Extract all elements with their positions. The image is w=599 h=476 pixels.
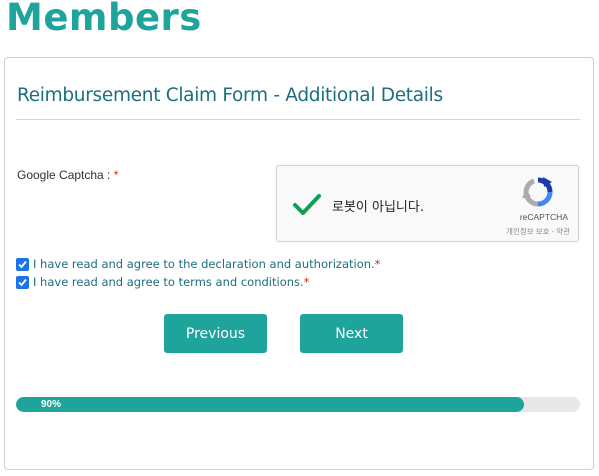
agree-terms-row[interactable]: I have read and agree to terms and condi… xyxy=(16,275,309,289)
recaptcha-widget[interactable]: 로봇이 아닙니다. reCAPTCHA 개인정보 보호 - 약관 xyxy=(276,165,579,242)
recaptcha-brand: reCAPTCHA xyxy=(519,212,568,222)
agree-declaration-checkbox[interactable] xyxy=(16,257,29,271)
progress-label: 90% xyxy=(41,399,62,410)
recaptcha-privacy-terms-link[interactable]: 개인정보 보호 - 약관 xyxy=(506,226,570,237)
agree-declaration-label: I have read and agree to the declaration… xyxy=(33,257,375,271)
captcha-label-text: Google Captcha : xyxy=(17,168,114,182)
form-card: Reimbursement Claim Form - Additional De… xyxy=(4,57,594,470)
recaptcha-status: 로봇이 아닙니다. xyxy=(332,200,424,215)
agree-declaration-row[interactable]: I have read and agree to the declaration… xyxy=(16,257,380,271)
previous-button[interactable]: Previous xyxy=(164,314,267,353)
title-divider xyxy=(16,119,580,120)
agree-terms-label: I have read and agree to terms and condi… xyxy=(33,275,304,289)
required-mark: * xyxy=(113,168,119,182)
captcha-label: Google Captcha : * xyxy=(17,168,118,182)
progress-fill: 90% xyxy=(16,397,524,412)
progress-bar: 90% xyxy=(16,397,580,412)
required-mark: * xyxy=(374,257,381,271)
form-title: Reimbursement Claim Form - Additional De… xyxy=(17,85,443,106)
next-button[interactable]: Next xyxy=(300,314,403,353)
agree-terms-checkbox[interactable] xyxy=(16,275,29,289)
recaptcha-logo-icon xyxy=(521,176,555,213)
checkmark-icon[interactable] xyxy=(292,193,322,222)
page-title: Members xyxy=(6,0,202,39)
required-mark: * xyxy=(303,275,310,289)
